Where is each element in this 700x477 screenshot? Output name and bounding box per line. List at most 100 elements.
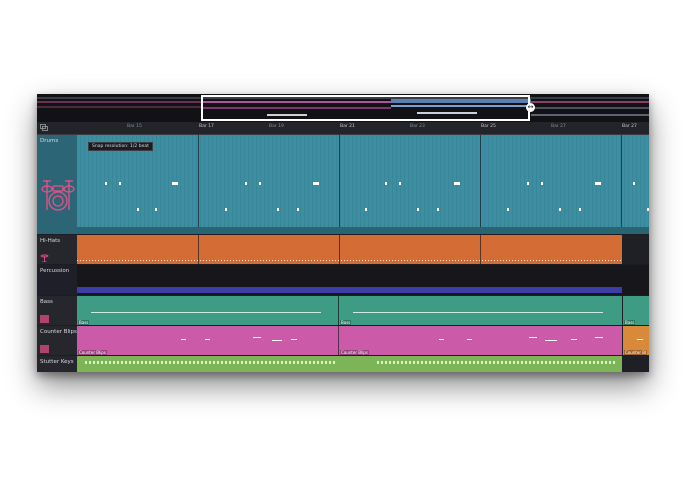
waveform [85,361,335,364]
track-header[interactable]: Hi-Hats [37,235,77,264]
hihat-icon [40,254,49,262]
track-counter-blips[interactable]: Counter Blips Counter Blips Counter Blip… [37,326,649,355]
note[interactable] [105,182,107,185]
note[interactable] [637,339,643,340]
note[interactable] [259,182,261,185]
note[interactable] [119,182,121,185]
clip-label: Bass [340,320,352,325]
track-percussion[interactable]: Percussion [37,265,649,295]
note[interactable] [467,339,472,340]
note[interactable] [399,182,401,185]
note[interactable] [579,208,581,211]
overview-viewport[interactable] [201,95,530,121]
bar-label: Bar 19 [269,124,284,129]
note[interactable] [137,208,139,211]
note[interactable] [155,208,157,211]
track-lane[interactable]: Bass Bass Bass [77,296,649,325]
track-header[interactable]: Stutter Keys [37,356,77,372]
note[interactable] [571,339,577,340]
note[interactable] [417,208,419,211]
bar-label: Bar 17 [199,124,214,129]
note[interactable] [647,208,649,211]
note[interactable] [385,182,387,185]
note[interactable] [225,208,227,211]
clip-label: Counter Bl [624,350,648,355]
bar-line [198,135,199,234]
waveform [377,361,617,364]
track-name: Counter Blips [40,329,77,335]
bar-label: Bar 21 [340,124,355,129]
track-header[interactable]: Percussion [37,265,77,295]
note[interactable] [529,337,537,338]
lane-footer [77,227,649,234]
bar-line [339,135,340,234]
track-hihats[interactable]: Hi-Hats [37,235,649,264]
arrangement-overview[interactable]: ↔ [37,94,649,122]
track-lane[interactable] [77,135,649,234]
track-name: Percussion [40,268,70,274]
clip[interactable]: Counter Blips [339,326,622,355]
drum-kit-icon [41,180,75,211]
note[interactable] [291,339,297,340]
note[interactable] [541,182,543,185]
track-stutter-keys[interactable]: Stutter Keys [37,356,649,372]
snap-tooltip: Snap resolution: 1/2 beat [88,142,153,151]
note[interactable] [437,208,439,211]
track-name: Bass [40,299,53,305]
track-lane[interactable] [77,356,649,372]
note[interactable] [365,208,367,211]
bar-label: Bar 23 [410,124,425,129]
note[interactable] [595,337,603,338]
clip[interactable]: Counter Blips [77,326,339,355]
timeline-ruler[interactable]: Bar 15 Bar 17 Bar 19 Bar 21 Bar 23 Bar 2… [37,122,649,135]
note[interactable] [253,337,261,338]
overview-lane [531,101,649,103]
note[interactable] [507,208,509,211]
clip-label: Counter Blips [78,350,107,355]
clip-label: Counter Blips [340,350,369,355]
bar-label: Bar 15 [127,124,142,129]
waveform-icon [40,315,49,323]
note[interactable] [172,182,178,185]
bar-label: Bar 27 [622,124,637,129]
note[interactable] [559,208,561,211]
track-bass[interactable]: Bass Bass Bass Bass [37,296,649,325]
note[interactable] [454,182,460,185]
track-name: Drums [40,138,59,144]
waveform [91,312,321,313]
track-header[interactable]: Bass [37,296,77,325]
track-header[interactable]: Counter Blips [37,326,77,355]
track-lane[interactable] [77,235,649,264]
note[interactable] [245,182,247,185]
timeline-zoom-icon[interactable] [40,124,48,131]
waveform [353,312,603,313]
clip-label: Bass [624,320,636,325]
hihat-pattern [77,260,622,261]
overview-lane [37,106,201,108]
track-name: Hi-Hats [40,238,61,244]
clip[interactable]: Bass [77,296,339,325]
track-lane[interactable] [77,265,649,295]
note[interactable] [277,208,279,211]
track-lane[interactable]: Counter Blips Counter Blips Counter Bl [77,326,649,355]
note[interactable] [545,340,557,341]
resize-handle-icon[interactable]: ↔ [526,103,535,112]
note[interactable] [181,339,186,340]
note[interactable] [313,182,319,185]
note[interactable] [297,208,299,211]
clip[interactable] [77,287,622,293]
note[interactable] [595,182,601,185]
overview-lane [37,101,201,103]
clip[interactable]: Counter Bl [623,326,649,355]
overview-lane [531,114,649,116]
clip[interactable] [77,356,622,372]
note[interactable] [272,340,282,341]
clip[interactable]: Bass [623,296,649,325]
clip[interactable]: Bass [339,296,622,325]
note[interactable] [527,182,529,185]
track-header[interactable]: Drums [37,135,77,234]
bar-line [480,135,481,234]
note[interactable] [633,182,635,185]
note[interactable] [439,339,444,340]
note[interactable] [205,339,210,340]
